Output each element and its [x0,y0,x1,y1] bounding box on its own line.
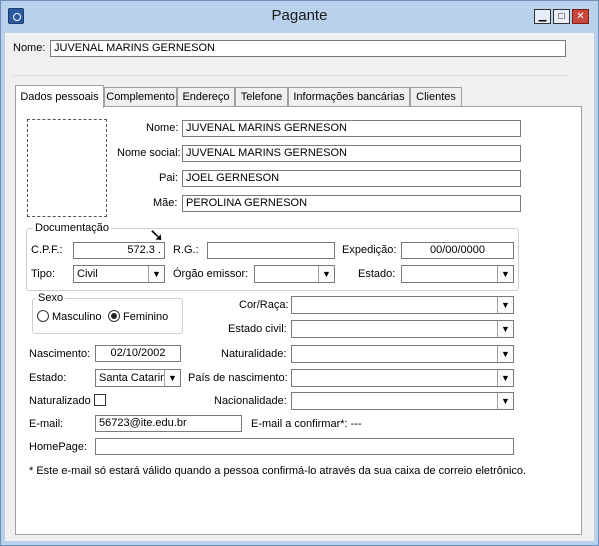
cor-raca-label: Cor/Raça: [239,299,289,311]
estado-select[interactable]: Santa Catarin ▼ [95,369,181,387]
tipo-select[interactable]: Civil ▼ [73,265,165,283]
expedicao-field[interactable]: 00/00/0000 [401,242,514,259]
nascimento-field[interactable]: 02/10/2002 [95,345,181,362]
minimize-button[interactable]: ▁ [534,9,551,24]
chevron-down-icon[interactable]: ▼ [318,266,334,282]
doc-estado-select[interactable]: ▼ [401,265,514,283]
email-note: * Este e-mail só estará válido quando a … [29,465,527,477]
cor-raca-select[interactable]: ▼ [291,296,514,314]
photo-placeholder[interactable] [27,119,107,217]
tipo-label: Tipo: [31,268,56,280]
chevron-down-icon[interactable]: ▼ [497,346,513,362]
window-title: Pagante [271,7,328,24]
rg-label: R.G.: [173,244,199,256]
estado-civil-select[interactable]: ▼ [291,320,514,338]
tipo-select-value: Civil [77,268,98,280]
nome-social-label: Nome social: [117,147,181,159]
chevron-down-icon[interactable]: ▼ [497,266,513,282]
tab-complemento[interactable]: Complemento [104,87,177,107]
nome-social-field[interactable]: JUVENAL MARINS GERNESON [182,145,521,162]
mouse-cursor-icon: ➘ [149,225,165,245]
rg-field[interactable] [207,242,335,259]
pais-nascimento-label: País de nascimento: [188,372,288,384]
top-nome-field[interactable]: JUVENAL MARINS GERNESON [50,40,566,57]
estado-civil-label: Estado civil: [228,323,287,335]
pai-field[interactable]: JOEL GERNESON [182,170,521,187]
chevron-down-icon[interactable]: ▼ [164,370,180,386]
masculino-radio[interactable] [37,310,49,322]
email-label: E-mail: [29,418,64,430]
naturalizado-checkbox[interactable] [94,394,106,406]
naturalidade-select[interactable]: ▼ [291,345,514,363]
masculino-label: Masculino [52,311,102,323]
pais-nascimento-select[interactable]: ▼ [291,369,514,387]
homepage-label: HomePage: [29,441,88,453]
naturalidade-label: Naturalidade: [221,348,287,360]
nacionalidade-select[interactable]: ▼ [291,392,514,410]
doc-estado-label: Estado: [358,268,396,280]
expedicao-label: Expedição: [342,244,397,256]
feminino-label: Feminino [123,311,169,323]
nome-field[interactable]: JUVENAL MARINS GERNESON [182,120,521,137]
dados-pessoais-panel: Nome: JUVENAL MARINS GERNESON Nome socia… [15,106,582,535]
nome-label: Nome: [146,122,179,134]
chevron-down-icon[interactable]: ▼ [497,321,513,337]
orgao-emissor-label: Órgão emissor: [173,268,249,280]
chevron-down-icon[interactable]: ▼ [148,266,164,282]
sexo-title: Sexo [36,292,66,304]
homepage-field[interactable] [95,438,514,455]
close-button[interactable]: ✕ [572,9,589,24]
tab-dados-pessoais[interactable]: Dados pessoais [15,85,104,108]
tab-informacoes-bancarias[interactable]: Informações bancárias [288,87,410,107]
feminino-radio[interactable] [108,310,120,322]
pagante-window: Pagante ▁ □ ✕ Nome: JUVENAL MARINS GERNE… [0,0,599,546]
top-nome-label: Nome: [13,42,46,54]
documentacao-title: Documentação [33,222,111,234]
email-confirm-label: E-mail a confirmar*: --- [251,418,362,430]
naturalizado-label: Naturalizado [29,395,91,407]
tab-telefone[interactable]: Telefone [235,87,288,107]
chevron-down-icon[interactable]: ▼ [497,370,513,386]
tab-clientes[interactable]: Clientes [410,87,462,107]
orgao-emissor-select[interactable]: ▼ [254,265,335,283]
nacionalidade-label: Nacionalidade: [214,395,287,407]
pai-label: Pai: [159,172,178,184]
mae-field[interactable]: PEROLINA GERNESON [182,195,521,212]
title-bar[interactable]: Pagante ▁ □ ✕ [1,1,598,33]
chevron-down-icon[interactable]: ▼ [497,297,513,313]
cpf-label: C.P.F.: [31,244,63,256]
client-area: Nome: JUVENAL MARINS GERNESON Dados pess… [5,33,594,541]
chevron-down-icon[interactable]: ▼ [497,393,513,409]
estado-label: Estado: [29,372,67,384]
separator [13,75,568,76]
estado-select-value: Santa Catarin [99,372,167,384]
nascimento-label: Nascimento: [29,348,91,360]
mae-label: Mãe: [153,197,178,209]
maximize-button[interactable]: □ [553,9,570,24]
email-field[interactable]: 56723@ite.edu.br [95,415,242,432]
tab-endereco[interactable]: Endereço [177,87,235,107]
